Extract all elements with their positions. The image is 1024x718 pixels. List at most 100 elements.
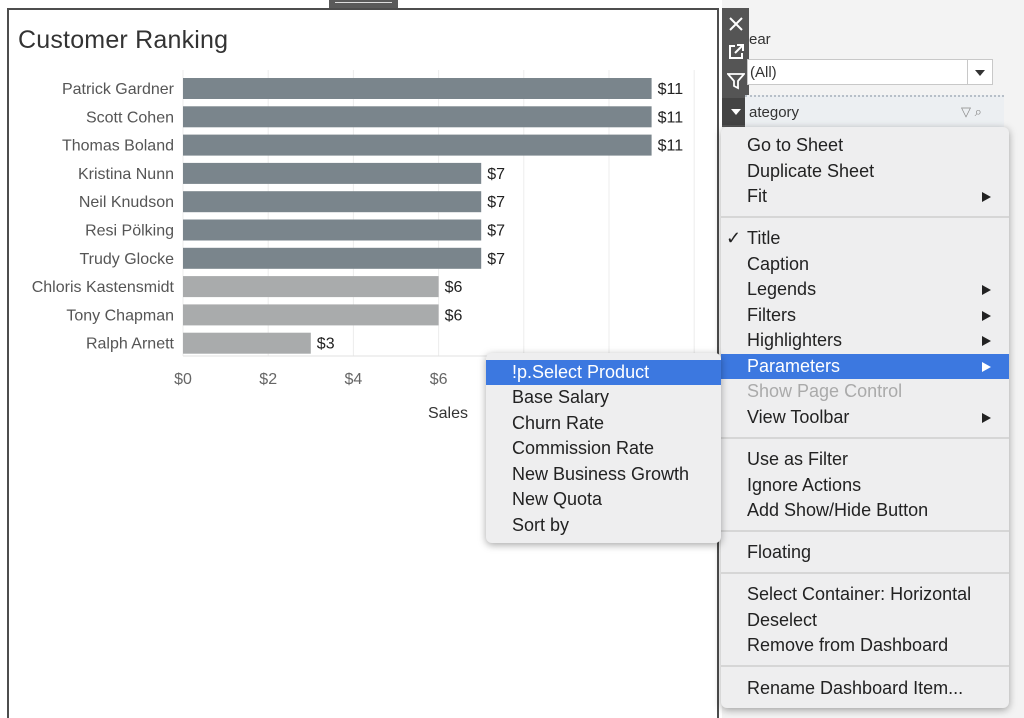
category-filter-icons: ▽ ⌕ [961,104,982,120]
bar [183,162,482,184]
menu-item-add-show-hide-button[interactable]: Add Show/Hide Button [721,498,1009,523]
data-label: $3 [317,336,335,353]
submenu-arrow-icon [982,311,991,321]
year-filter-value: (All) [750,64,777,81]
menu-separator [721,216,1009,218]
search-icon[interactable]: ⌕ [975,104,982,119]
menu-item-label: Caption [747,254,810,274]
menu-item-deselect[interactable]: Deselect [721,608,1009,633]
menu-item-caption[interactable]: Caption [721,252,1009,277]
menu-item-label: Churn Rate [512,413,605,433]
bar [183,276,439,298]
menu-item-rename-dashboard-item[interactable]: Rename Dashboard Item... [721,676,1009,701]
data-label: $11 [658,109,684,126]
menu-item-parameters[interactable]: Parameters [721,354,1009,379]
menu-item-title[interactable]: ✓ Title [721,226,1009,251]
close-icon[interactable] [722,10,749,37]
menu-item-select-container[interactable]: Select Container: Horizontal [721,582,1009,607]
menu-item-label: Title [747,228,781,248]
data-label: $7 [487,194,505,211]
submenu-item-new-business-growth[interactable]: New Business Growth [486,462,721,487]
bar [183,78,652,99]
menu-item-label: Parameters [747,356,841,376]
bar [183,247,482,269]
data-label: $6 [445,307,463,324]
menu-item-label: Sort by [512,515,570,535]
submenu-arrow-icon [982,192,991,202]
submenu-item-churn-rate[interactable]: Churn Rate [486,411,721,436]
bar [183,332,311,354]
submenu-item-sort-by[interactable]: Sort by [486,513,721,538]
category-label: Resi Pölking [85,223,174,240]
sheet-context-menu: Go to Sheet Duplicate Sheet Fit ✓ Title C… [721,127,1009,708]
bar [183,106,652,128]
menu-separator [721,530,1009,532]
submenu-arrow-icon [982,362,991,372]
chevron-down-icon[interactable] [967,60,992,84]
submenu-item-commission-rate[interactable]: Commission Rate [486,436,721,461]
category-label: Tony Chapman [66,307,174,324]
submenu-arrow-icon [982,413,991,423]
menu-item-label: Show Page Control [747,381,903,401]
menu-item-view-toolbar[interactable]: View Toolbar [721,405,1009,430]
menu-separator [721,437,1009,439]
menu-item-duplicate-sheet[interactable]: Duplicate Sheet [721,159,1009,184]
submenu-item-new-quota[interactable]: New Quota [486,487,721,512]
category-label: Kristina Nunn [78,166,174,183]
category-filter-label: ategory [749,104,800,121]
menu-item-label: Base Salary [512,387,610,407]
menu-item-label: Add Show/Hide Button [747,500,929,520]
menu-item-label: Rename Dashboard Item... [747,678,964,698]
x-tick-label: $4 [345,371,363,388]
menu-item-filters[interactable]: Filters [721,303,1009,328]
menu-item-label: Select Container: Horizontal [747,584,972,604]
submenu-item-base-salary[interactable]: Base Salary [486,385,721,410]
menu-item-label: Remove from Dashboard [747,635,949,655]
bar [183,191,482,213]
menu-item-ignore-actions[interactable]: Ignore Actions [721,473,1009,498]
menu-item-use-as-filter[interactable]: Use as Filter [721,447,1009,472]
menu-item-label: Duplicate Sheet [747,161,875,181]
bar [183,134,652,156]
menu-item-floating[interactable]: Floating [721,540,1009,565]
menu-item-go-to-sheet[interactable]: Go to Sheet [721,133,1009,158]
data-label: $7 [487,223,505,240]
category-label: Trudy Glocke [79,251,174,268]
menu-item-label: View Toolbar [747,407,850,427]
category-label: Thomas Boland [62,138,174,155]
year-filter-select[interactable]: (All) [747,59,993,85]
x-tick-label: $2 [259,371,277,388]
bar [183,219,482,241]
submenu-arrow-icon [982,285,991,295]
year-filter-label: ear [749,31,771,48]
menu-item-label: Legends [747,279,817,299]
menu-separator [721,572,1009,574]
checkmark-icon: ✓ [726,228,742,248]
x-tick-label: $0 [174,371,192,388]
data-label: $7 [487,166,505,183]
data-label: $6 [445,279,463,296]
menu-item-label: Highlighters [747,330,843,350]
menu-item-legends[interactable]: Legends [721,277,1009,302]
x-tick-label: $6 [430,371,448,388]
category-label: Patrick Gardner [62,81,175,98]
menu-item-label: !p.Select Product [512,362,650,382]
data-label: $11 [658,138,684,155]
menu-item-label: New Business Growth [512,464,690,484]
category-label: Neil Knudson [79,194,174,211]
x-axis-title: Sales [428,405,468,422]
menu-item-fit[interactable]: Fit [721,184,1009,209]
menu-item-label: New Quota [512,489,603,509]
filter-icon[interactable]: ▽ [961,104,971,119]
menu-item-label: Commission Rate [512,438,655,458]
menu-item-label: Use as Filter [747,449,849,469]
submenu-item-select-product[interactable]: !p.Select Product [486,360,721,385]
menu-item-highlighters[interactable]: Highlighters [721,328,1009,353]
bar [183,304,439,326]
open-external-icon[interactable] [722,38,749,65]
menu-item-show-page-control: Show Page Control [721,379,1009,404]
parameters-submenu: !p.Select Product Base Salary Churn Rate… [486,353,721,543]
filter-icon[interactable] [722,67,749,94]
data-label: $7 [487,251,505,268]
menu-item-remove-from-dashboard[interactable]: Remove from Dashboard [721,633,1009,658]
